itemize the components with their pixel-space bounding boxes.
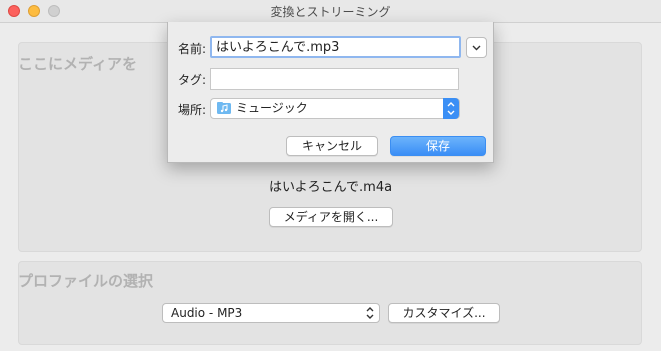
media-drop-heading: ここにメディアを xyxy=(18,55,137,73)
location-popup-arrows xyxy=(443,98,459,119)
chevron-down-icon xyxy=(472,45,481,51)
up-down-arrows-icon xyxy=(447,102,455,115)
tags-field[interactable] xyxy=(210,68,459,90)
location-value: ミュージック xyxy=(236,101,308,115)
customize-button[interactable]: カスタマイズ... xyxy=(388,303,500,323)
cancel-button[interactable]: キャンセル xyxy=(286,136,378,156)
title-bar: 変換とストリーミング xyxy=(0,0,661,23)
tags-label: タグ: xyxy=(178,73,207,87)
open-media-button[interactable]: メディアを開く... xyxy=(269,207,393,227)
save-sheet: 名前: はいよろこんで.mp3 タグ: 場所: ミュージック キャンセル 保存 xyxy=(167,22,494,163)
window-title: 変換とストリーミング xyxy=(270,5,391,19)
profile-select-value: Audio - MP3 xyxy=(171,306,243,320)
profile-heading: プロファイルの選択 xyxy=(18,272,154,290)
up-down-arrows-icon xyxy=(366,307,374,319)
name-field[interactable]: はいよろこんで.mp3 xyxy=(210,36,461,58)
profile-select[interactable]: Audio - MP3 xyxy=(162,303,380,323)
where-label: 場所: xyxy=(178,103,207,117)
music-folder-icon xyxy=(217,102,231,114)
save-button[interactable]: 保存 xyxy=(390,136,486,156)
location-popup[interactable]: ミュージック xyxy=(210,98,460,119)
name-label: 名前: xyxy=(178,42,207,56)
source-filename: はいよろこんで.m4a xyxy=(268,180,393,195)
expand-button[interactable] xyxy=(466,37,487,58)
